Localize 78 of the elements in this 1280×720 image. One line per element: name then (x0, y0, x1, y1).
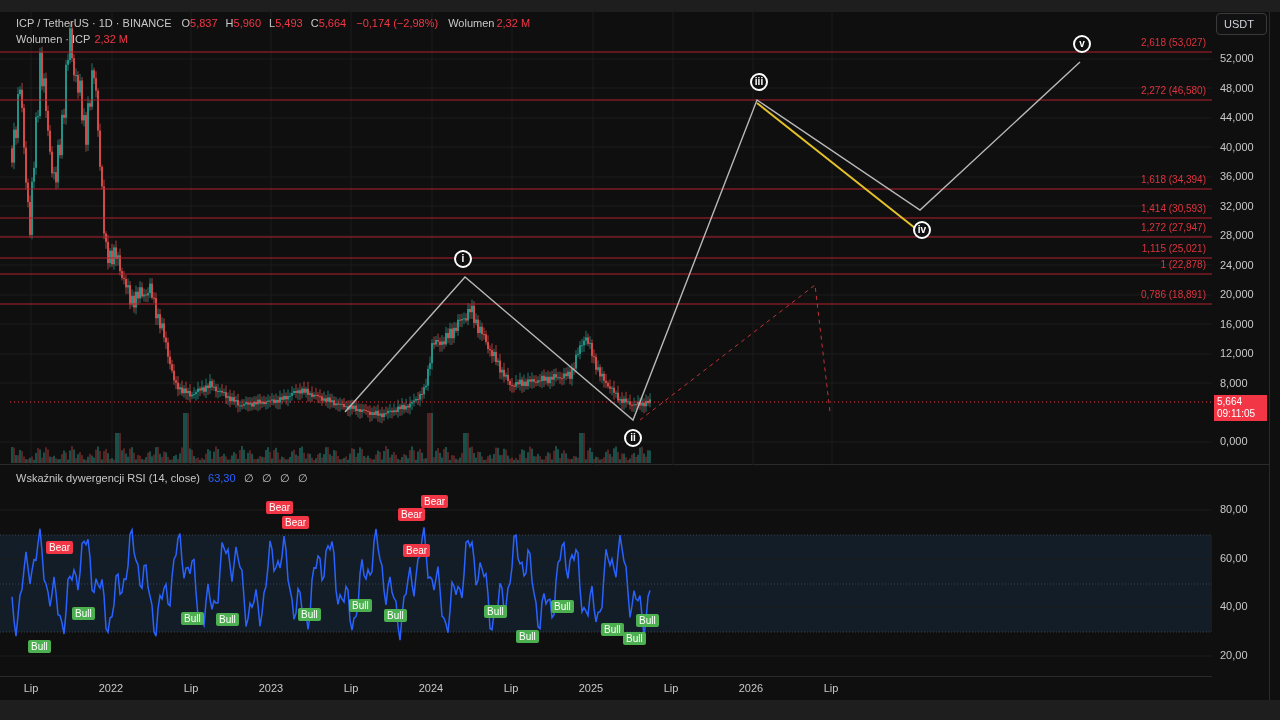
signal-label: Bull (623, 632, 646, 645)
fib-level-label: 1 (22,878) (1160, 260, 1206, 270)
signal-label: Bull (216, 613, 239, 626)
price-axis-label: 12,000 (1220, 348, 1254, 359)
signal-label: Bull (28, 640, 51, 653)
fib-level-label: 1,115 (25,021) (1141, 244, 1206, 254)
time-axis-label: 2022 (97, 681, 125, 697)
price-axis-label: 28,000 (1220, 230, 1254, 241)
signal-label: Bull (298, 608, 321, 621)
fib-level-label: 1,272 (27,947) (1140, 223, 1206, 233)
rsi-axis-label: 40,00 (1220, 601, 1248, 612)
ohlc-value: C5,664 (310, 16, 347, 31)
time-axis-label: Lip (22, 681, 40, 697)
time-axis-label: Lip (822, 681, 840, 697)
price-axis-label: 32,000 (1220, 200, 1254, 212)
price-axis-label: 48,000 (1220, 82, 1254, 94)
signal-label: Bear (421, 495, 449, 508)
signal-label: Bull (484, 605, 507, 618)
volume-legend-value: 2,32 M (94, 32, 128, 47)
time-axis-label: Lip (502, 681, 520, 697)
wave-label: iv (913, 221, 931, 239)
rsi-extra-value: ∅ (279, 471, 290, 486)
signal-label: Bull (551, 600, 574, 613)
wave-label: v (1073, 35, 1091, 53)
rsi-axis-label: 60,00 (1220, 553, 1248, 564)
symbol-title: ICP / TetherUS · 1D · BINANCE (16, 16, 172, 31)
signal-label: Bear (403, 544, 431, 557)
ohlc-value: L5,493 (269, 16, 303, 31)
price-change: −0,174 (−2,98%) (356, 16, 439, 31)
price-axis-label: 40,000 (1220, 141, 1254, 153)
rsi-axis-label: 80,00 (1220, 504, 1248, 515)
wave-label: i (454, 250, 472, 268)
rsi-title: Wskaźnik dywergencji RSI (14, close) (16, 471, 200, 486)
signal-label: Bear (46, 541, 74, 554)
ohlc-value: H5,960 (225, 16, 262, 31)
time-axis-label: 2024 (417, 681, 445, 697)
ohlc-value: O5,837 (181, 16, 218, 31)
price-axis-label: 0,000 (1220, 436, 1248, 447)
wave-label: ii (624, 429, 642, 447)
time-axis-label: 2023 (257, 681, 285, 697)
time-axis-label: Lip (342, 681, 360, 697)
fib-level-label: 2,618 (53,027) (1140, 38, 1206, 48)
price-axis-label: 16,000 (1220, 318, 1254, 330)
time-axis-label: Lip (662, 681, 680, 697)
wave-label: iii (750, 73, 768, 91)
fib-level-label: 0,786 (18,891) (1140, 290, 1206, 300)
signal-label: Bull (601, 623, 624, 636)
price-axis-label: 20,000 (1220, 289, 1254, 300)
price-axis-label: 8,000 (1220, 377, 1248, 389)
currency-button[interactable]: USDT (1216, 13, 1267, 35)
rsi-value: 63,30 (208, 471, 236, 486)
price-axis-label: 36,000 (1220, 171, 1254, 182)
price-axis-label: 44,000 (1220, 112, 1254, 123)
signal-label: Bear (398, 508, 426, 521)
rsi-extra-value: ∅ (261, 471, 272, 486)
rsi-axis-label: 20,00 (1220, 650, 1248, 661)
volume-legend-label: Wolumen · ICP (16, 32, 91, 47)
signal-label: Bull (516, 630, 539, 643)
rsi-extra-value: ∅ (243, 471, 254, 486)
signal-label: Bull (181, 612, 204, 625)
signal-label: Bear (282, 516, 310, 529)
volume-label: Wolumen (448, 16, 495, 31)
volume-value: 2,32 M (496, 16, 531, 31)
price-axis-label: 24,000 (1220, 259, 1254, 271)
rsi-extra-value: ∅ (297, 471, 308, 486)
time-axis-label: Lip (182, 681, 200, 697)
fib-level-label: 1,618 (34,394) (1140, 175, 1206, 185)
signal-label: Bull (636, 614, 659, 627)
fib-level-label: 1,414 (30,593) (1140, 204, 1206, 214)
fib-level-label: 2,272 (46,580) (1140, 86, 1206, 96)
price-axis-label: 52,000 (1220, 53, 1254, 64)
signal-label: Bull (349, 599, 372, 612)
time-axis-label: 2026 (737, 681, 765, 697)
signal-label: Bear (266, 501, 294, 514)
signal-label: Bull (72, 607, 95, 620)
time-axis-label: 2025 (577, 681, 605, 697)
price-tag: 5,664 09:11:05 (1214, 395, 1267, 421)
signal-label: Bull (384, 609, 407, 622)
